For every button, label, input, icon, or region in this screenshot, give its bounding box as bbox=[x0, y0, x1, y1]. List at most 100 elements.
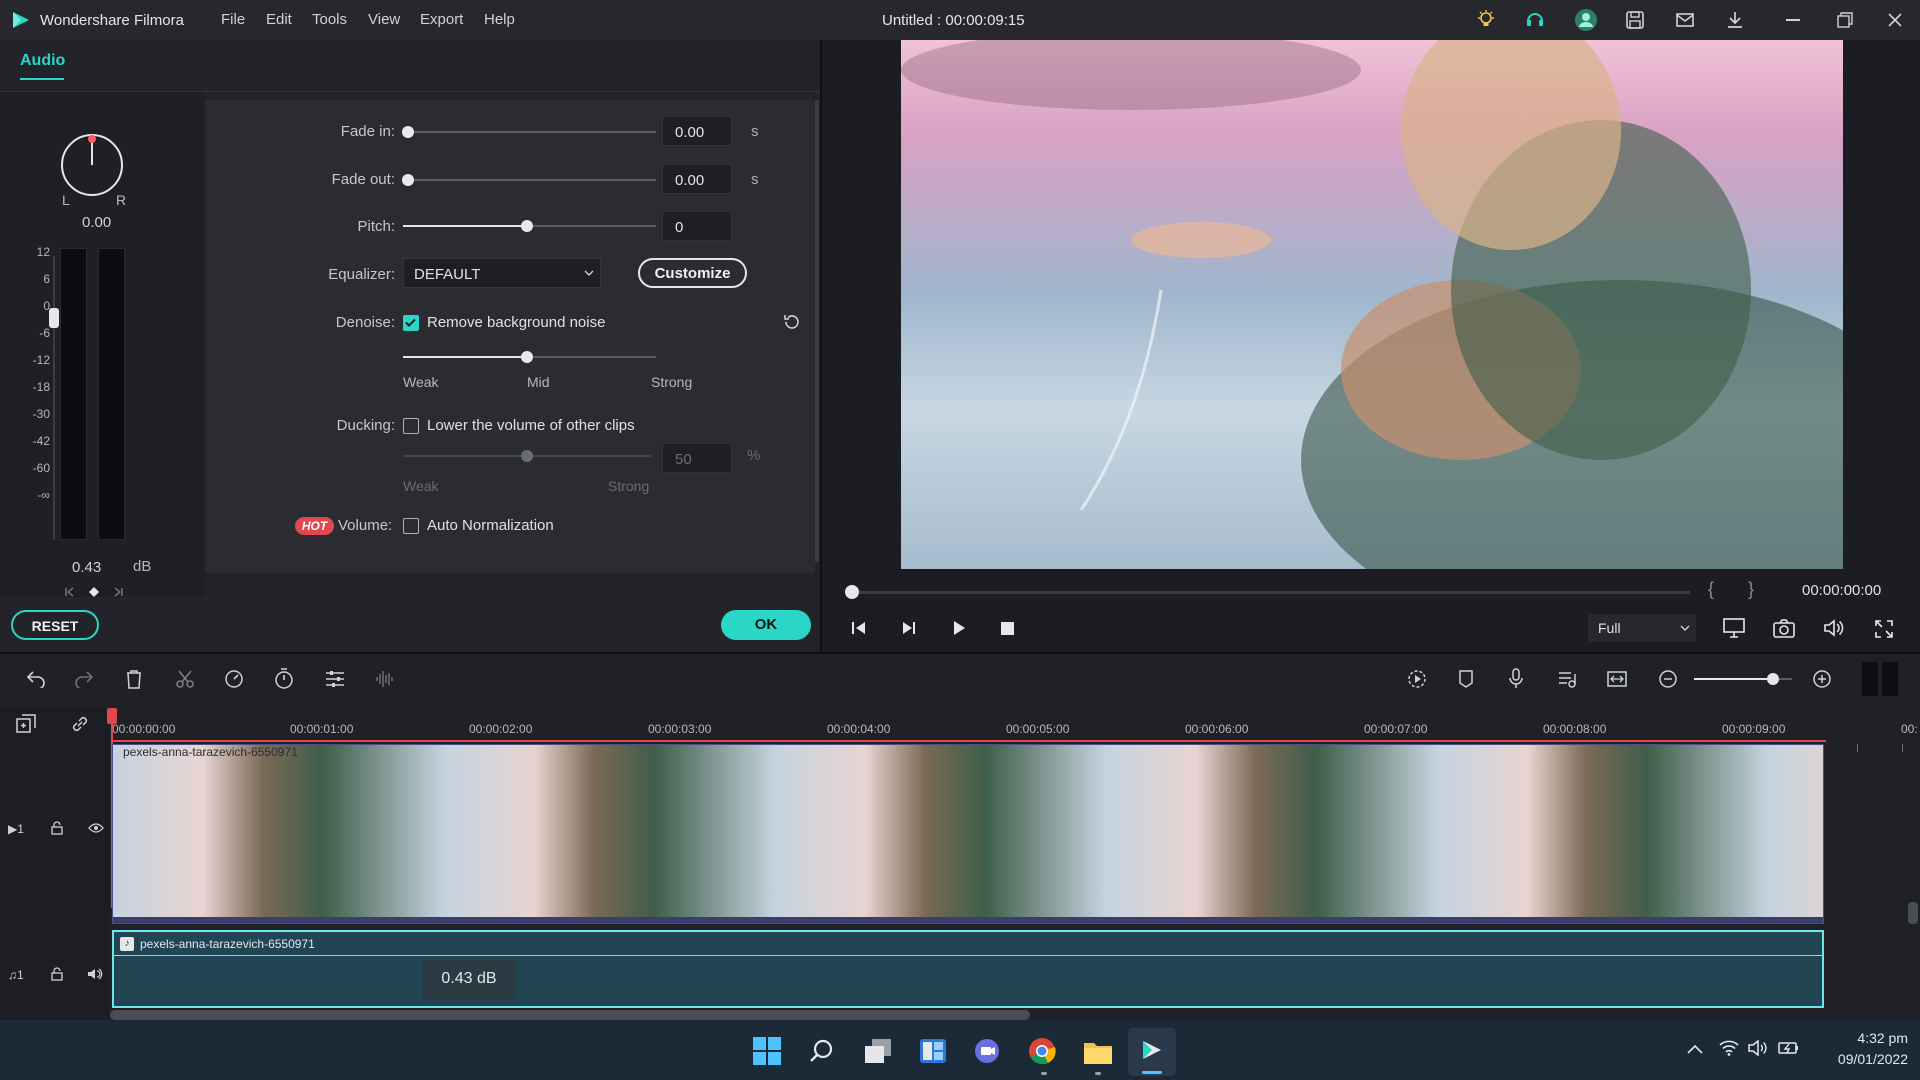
menu-edit[interactable]: Edit bbox=[266, 11, 292, 28]
speed-gauge-icon[interactable] bbox=[224, 669, 244, 689]
fit-timeline-icon[interactable] bbox=[1607, 669, 1627, 689]
save-icon[interactable] bbox=[1625, 10, 1645, 30]
tab-audio[interactable]: Audio bbox=[20, 52, 65, 70]
mark-out-button[interactable]: } bbox=[1748, 579, 1754, 600]
playback-scrubber-handle[interactable] bbox=[845, 585, 859, 599]
search-icon[interactable] bbox=[809, 1038, 835, 1064]
video-track-lock-icon[interactable] bbox=[51, 821, 63, 835]
equalizer-dropdown[interactable]: DEFAULT bbox=[403, 258, 601, 288]
pan-knob[interactable] bbox=[59, 132, 125, 198]
auto-normalization-checkbox[interactable] bbox=[403, 518, 419, 534]
denoise-strong-label: Strong bbox=[651, 374, 693, 390]
display-monitor-icon[interactable] bbox=[1723, 618, 1745, 638]
widgets-icon[interactable] bbox=[919, 1038, 947, 1064]
account-icon[interactable] bbox=[1574, 8, 1598, 32]
snapshot-camera-icon[interactable] bbox=[1773, 618, 1795, 638]
video-track-eye-icon[interactable] bbox=[88, 823, 104, 833]
task-view-icon[interactable] bbox=[864, 1038, 892, 1064]
playhead-handle[interactable] bbox=[107, 708, 117, 724]
panel-scrollbar[interactable] bbox=[815, 100, 819, 562]
mail-icon[interactable] bbox=[1675, 10, 1695, 30]
play-frame-icon[interactable] bbox=[900, 620, 918, 636]
battery-charging-icon[interactable] bbox=[1778, 1040, 1800, 1056]
reset-denoise-icon[interactable] bbox=[782, 312, 802, 332]
menu-view[interactable]: View bbox=[368, 11, 400, 28]
pitch-track-fill bbox=[403, 225, 527, 227]
chat-teams-icon[interactable] bbox=[973, 1038, 1001, 1064]
duration-timer-icon[interactable] bbox=[274, 668, 294, 690]
audio-waveform-icon[interactable] bbox=[375, 669, 395, 689]
pitch-value[interactable]: 0 bbox=[662, 211, 732, 241]
fade-in-handle[interactable] bbox=[402, 126, 414, 138]
timeline-vertical-scrollbar[interactable] bbox=[1908, 902, 1918, 924]
quality-dropdown[interactable]: Full bbox=[1588, 614, 1696, 642]
zoom-slider-fill bbox=[1694, 678, 1774, 680]
customize-button[interactable]: Customize bbox=[638, 258, 747, 288]
zoom-slider-handle[interactable] bbox=[1767, 673, 1779, 685]
volume-slider-handle[interactable] bbox=[49, 308, 59, 328]
zoom-out-icon[interactable] bbox=[1658, 669, 1678, 689]
audio-clip[interactable]: ♪ pexels-anna-tarazevich-6550971 0.43 dB bbox=[112, 930, 1824, 1008]
layout-toggle-icon[interactable] bbox=[1862, 662, 1898, 696]
clock-date[interactable]: 09/01/2022 bbox=[1808, 1051, 1908, 1067]
speaker-volume-icon[interactable] bbox=[1823, 618, 1845, 638]
denoise-checkbox[interactable] bbox=[403, 315, 419, 331]
audio-mixer-icon[interactable] bbox=[1557, 669, 1577, 689]
audio-track-speaker-icon[interactable] bbox=[87, 968, 103, 980]
filmora-taskbar-button[interactable] bbox=[1128, 1028, 1176, 1076]
add-track-icon[interactable] bbox=[16, 714, 36, 734]
audio-track-lock-icon[interactable] bbox=[51, 967, 63, 981]
zoom-in-icon[interactable] bbox=[1812, 669, 1832, 689]
marker-icon[interactable] bbox=[1458, 669, 1474, 689]
file-explorer-icon[interactable] bbox=[1083, 1039, 1113, 1065]
redo-icon[interactable] bbox=[74, 670, 94, 688]
audio-settings-card: Fade in: 0.00 s Fade out: 0.00 s Pitch: … bbox=[205, 100, 815, 573]
fade-in-value[interactable]: 0.00 bbox=[662, 116, 732, 146]
download-icon[interactable] bbox=[1725, 10, 1745, 30]
volume-slider-track bbox=[53, 256, 55, 540]
fullscreen-icon[interactable] bbox=[1875, 620, 1893, 638]
minimize-icon[interactable] bbox=[1786, 19, 1800, 21]
speaker-icon[interactable] bbox=[1748, 1040, 1768, 1056]
lightbulb-icon[interactable] bbox=[1476, 10, 1496, 30]
fade-out-value[interactable]: 0.00 bbox=[662, 164, 732, 194]
fade-out-handle[interactable] bbox=[402, 174, 414, 186]
delete-trash-icon[interactable] bbox=[125, 669, 143, 689]
ruler-tick-label: 00: bbox=[1901, 722, 1918, 736]
keyframe-nav-icon[interactable] bbox=[64, 586, 124, 598]
clock-time[interactable]: 4:32 pm bbox=[1808, 1030, 1908, 1046]
cut-scissors-icon[interactable] bbox=[175, 669, 195, 689]
stop-icon[interactable] bbox=[1001, 622, 1014, 635]
video-clip[interactable]: pexels-anna-tarazevich-6550971 bbox=[112, 744, 1824, 924]
restore-icon[interactable] bbox=[1837, 12, 1853, 28]
windows-start-icon[interactable] bbox=[753, 1037, 781, 1065]
chevron-up-icon[interactable] bbox=[1687, 1044, 1703, 1054]
voiceover-microphone-icon[interactable] bbox=[1508, 668, 1524, 690]
timeline-horizontal-scrollbar[interactable] bbox=[110, 1010, 1030, 1020]
previous-frame-icon[interactable] bbox=[850, 620, 868, 636]
menu-export[interactable]: Export bbox=[420, 11, 463, 28]
ducking-handle[interactable] bbox=[521, 450, 533, 462]
ducking-weak-label: Weak bbox=[403, 478, 439, 494]
ducking-checkbox[interactable] bbox=[403, 418, 419, 434]
wifi-icon[interactable] bbox=[1719, 1040, 1739, 1056]
menu-file[interactable]: File bbox=[221, 11, 245, 28]
reset-button[interactable]: RESET bbox=[11, 610, 99, 640]
ok-button[interactable]: OK bbox=[721, 610, 811, 640]
menu-help[interactable]: Help bbox=[484, 11, 515, 28]
play-icon[interactable] bbox=[951, 620, 967, 636]
denoise-handle[interactable] bbox=[521, 351, 533, 363]
support-headset-icon[interactable] bbox=[1525, 10, 1545, 30]
link-chain-icon[interactable] bbox=[70, 714, 90, 734]
close-icon[interactable] bbox=[1887, 12, 1903, 28]
chevron-down-icon bbox=[1680, 625, 1690, 631]
menu-tools[interactable]: Tools bbox=[312, 11, 347, 28]
undo-icon[interactable] bbox=[26, 670, 46, 688]
level-meter-left bbox=[60, 248, 87, 540]
ducking-value[interactable]: 50 bbox=[662, 443, 732, 473]
render-preview-icon[interactable] bbox=[1407, 669, 1427, 689]
mark-in-button[interactable]: { bbox=[1708, 579, 1714, 600]
chrome-icon[interactable] bbox=[1028, 1037, 1056, 1065]
adjust-sliders-icon[interactable] bbox=[325, 670, 345, 688]
pitch-handle[interactable] bbox=[521, 220, 533, 232]
